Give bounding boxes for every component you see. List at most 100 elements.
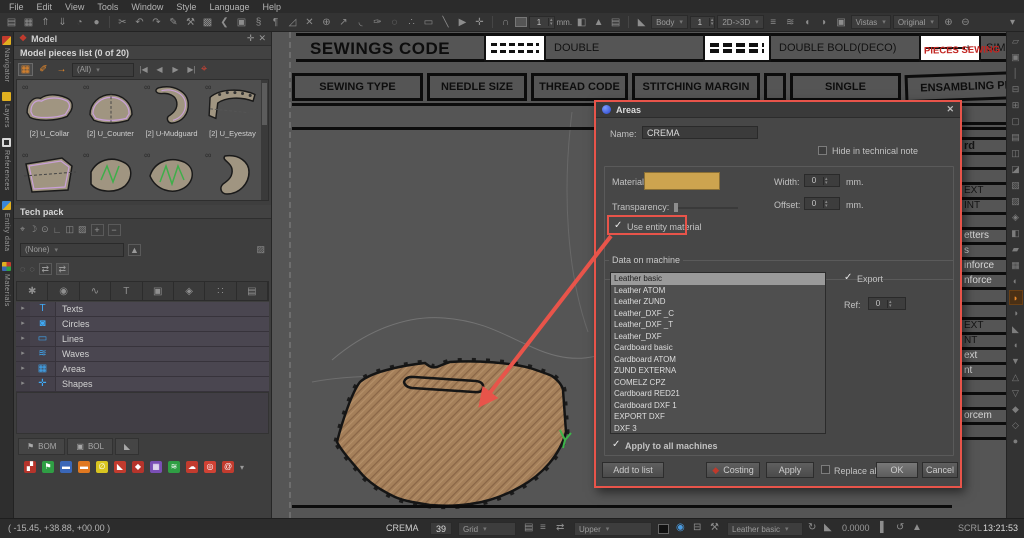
pin-tool-icon[interactable]: ¶ [268, 17, 283, 28]
close-icon[interactable]: ✕ [946, 104, 954, 115]
next-piece-icon[interactable]: ▶ [169, 65, 182, 74]
rotate-icon[interactable]: ↺ [896, 522, 904, 533]
vistas-dropdown[interactable]: Vistas▾ [851, 15, 891, 29]
tree-row-lines[interactable]: ▸▭Lines [16, 332, 269, 347]
tool-icon[interactable]: ◫ [1009, 146, 1023, 161]
expand-icon[interactable]: ▸ [16, 317, 30, 331]
tool-icon[interactable]: ▼ [1009, 354, 1023, 369]
prev-piece-icon[interactable]: ◀ [153, 65, 166, 74]
heel-icon[interactable]: ◣ [114, 461, 126, 473]
count-stepper[interactable]: 1▴▾ [690, 16, 716, 29]
tool-icon[interactable]: ⊟ [1009, 82, 1023, 97]
menu-file[interactable]: File [9, 2, 24, 12]
machine-item[interactable]: ZUND EXTERNA [611, 365, 825, 377]
machine-item[interactable]: Leather_DXF [611, 331, 825, 343]
tool-icon[interactable]: ▰ [1009, 242, 1023, 257]
tab-notes-icon[interactable]: ◉ [48, 282, 79, 300]
layer-icon[interactable]: ▤ [608, 17, 623, 28]
add-last-icon[interactable]: ⊕ [941, 17, 956, 28]
expand-icon[interactable]: ▸ [16, 332, 30, 346]
image-icon[interactable]: ▨ [78, 224, 87, 235]
machine-item[interactable]: COMELZ CPZ [611, 377, 825, 389]
tool-icon[interactable]: ◪ [1009, 162, 1023, 177]
loop-b-icon[interactable]: ◌ [29, 264, 34, 274]
angle-icon[interactable]: ∟ [53, 225, 62, 235]
save-icon[interactable]: ▦ [21, 17, 36, 28]
last-right-icon[interactable]: ◗ [817, 17, 832, 28]
machine-item[interactable]: Leather_DXF _T [611, 319, 825, 331]
stepper-arrows-icon[interactable]: ▴▾ [887, 300, 893, 308]
mosaic-icon[interactable]: ▦ [150, 461, 162, 473]
tab-texts-icon[interactable]: T [111, 282, 142, 300]
ring-red-icon[interactable]: ◎ [204, 461, 216, 473]
tool-icon[interactable]: ▨ [1009, 194, 1023, 209]
redo-icon[interactable]: ↷ [149, 17, 164, 28]
piece-thumb-eyestay[interactable]: ∞ [2] U_Eyestay [204, 84, 261, 138]
select-icon[interactable]: ▶ [455, 17, 470, 28]
open-icon[interactable]: ▤ [4, 17, 19, 28]
pen-icon[interactable]: ✑ [370, 17, 385, 28]
pieces-filter-dropdown[interactable]: (All)▾ [72, 63, 134, 77]
current-color-swatch[interactable] [658, 524, 669, 534]
tools-icon[interactable]: ⚒ [710, 522, 719, 533]
piece-thumb-mudguard[interactable]: ∞ [2] U-Mudguard [143, 84, 200, 138]
delete-icon[interactable]: ✕ [302, 17, 317, 28]
tool-icon[interactable]: ◈ [1009, 210, 1023, 225]
tab-panels-icon[interactable]: ▣ [143, 282, 174, 300]
machine-item[interactable]: EXPORT DXF [611, 411, 825, 423]
tab-shoe[interactable]: ◣ [115, 438, 139, 455]
sidebar-tab-materials[interactable]: Materials [2, 262, 11, 307]
name-input[interactable]: CREMA [642, 126, 758, 139]
list-style-icon[interactable]: ≡ [540, 522, 546, 533]
piece-thumb[interactable]: ∞ [82, 152, 139, 200]
value-stepper[interactable]: 1▴▾ [529, 16, 555, 29]
pieces-tool-icon[interactable]: ▞ [24, 461, 36, 473]
pill-orange-icon[interactable]: ▬ [78, 461, 90, 473]
machine-item[interactable]: Cardboard RED21 [611, 388, 825, 400]
original-dropdown[interactable]: Original▾ [893, 15, 939, 29]
grid-dropdown[interactable]: Grid▾ [458, 522, 516, 536]
model-pieces-list[interactable]: ∞ [2] U_Collar ∞ [2] U_Counter ∞ [2] U-M… [16, 79, 269, 201]
last-left-icon[interactable]: ◖ [800, 17, 815, 28]
lock-icon[interactable]: ⊟ [693, 522, 701, 533]
bars-icon[interactable]: ▌ [880, 522, 887, 533]
piece-thumb[interactable]: ∞ [21, 152, 78, 200]
corner-icon[interactable]: ◿ [285, 17, 300, 28]
chips-overflow-icon[interactable]: ▾ [240, 463, 244, 472]
tree-row-shapes[interactable]: ▸✛Shapes [16, 377, 269, 392]
flag-icon[interactable]: ◧ [574, 17, 589, 28]
piece-thumb[interactable]: ∞ [204, 152, 261, 200]
tool-icon[interactable]: ◑ [1009, 306, 1023, 321]
pieces-scrollbar[interactable] [261, 80, 268, 200]
tool-icon[interactable]: │ [1009, 66, 1023, 81]
tab-bol[interactable]: ▣BOL [67, 438, 113, 455]
material-swatch[interactable] [644, 172, 720, 190]
paste-icon[interactable]: ▣ [234, 17, 249, 28]
tab-waves-icon[interactable]: ∿ [80, 282, 111, 300]
layers-color-icon[interactable]: ≋ [168, 461, 180, 473]
swap-active-icon[interactable]: ⇄ [56, 263, 69, 275]
tab-doc-icon[interactable]: ▤ [237, 282, 268, 300]
ok-button[interactable]: OK [876, 462, 918, 478]
expand-icon[interactable]: ▸ [16, 347, 30, 361]
slider-handle[interactable] [674, 203, 678, 212]
tool-icon[interactable]: ▤ [1009, 130, 1023, 145]
menu-edit[interactable]: Edit [37, 2, 53, 12]
edit-piece-icon[interactable]: ✐ [36, 64, 51, 75]
machine-item[interactable]: Leather_DXF _C [611, 308, 825, 320]
mode-dropdown[interactable]: 2D->3D▾ [717, 15, 763, 29]
rect-tool-icon[interactable]: ▭ [421, 17, 436, 28]
tree-row-waves[interactable]: ▸≋Waves [16, 347, 269, 362]
tool-icon[interactable]: ▣ [1009, 50, 1023, 65]
sidebar-tab-layers[interactable]: Layers [2, 92, 11, 128]
body-dropdown[interactable]: Body▾ [651, 15, 688, 29]
tools-icon[interactable]: ⚒ [183, 17, 198, 28]
boot-icon[interactable]: ◆ [132, 461, 144, 473]
lines-icon[interactable]: ≡ [766, 17, 781, 28]
layer-dropdown[interactable]: Upper▾ [574, 522, 652, 536]
add-point-icon[interactable]: ⊕ [319, 17, 334, 28]
tool-icon[interactable]: ⊞ [1009, 98, 1023, 113]
sole-tool-active-icon[interactable]: ◗ [1009, 290, 1023, 305]
expand-icon[interactable]: ▸ [16, 362, 30, 376]
record-icon[interactable]: ● [89, 17, 104, 28]
